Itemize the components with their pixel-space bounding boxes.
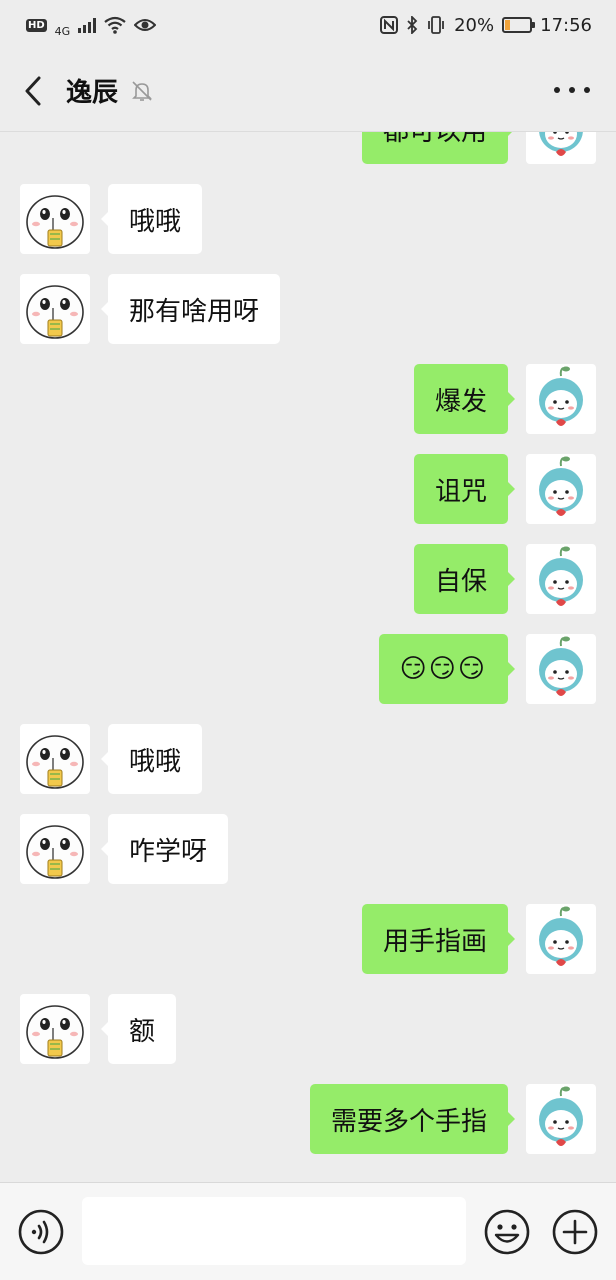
chat-title: 逸辰 xyxy=(66,78,119,108)
status-right: 20% 17:56 xyxy=(380,15,592,36)
plus-icon[interactable] xyxy=(551,1208,599,1256)
message-sent: 自保 xyxy=(0,544,616,614)
my-avatar[interactable] xyxy=(526,544,596,614)
message-text: 哦哦 xyxy=(129,746,182,777)
message-sent: 都可以用 xyxy=(0,132,616,164)
message-text: 咋学呀 xyxy=(129,836,208,867)
clock: 17:56 xyxy=(540,14,592,36)
status-left: HD 4G xyxy=(26,13,157,38)
message-text: 那有啥用呀 xyxy=(129,296,260,327)
message-bubble[interactable]: 😏 😏 😏 xyxy=(378,634,516,704)
bluetooth-icon xyxy=(407,16,418,34)
input-bar xyxy=(0,1182,616,1280)
nfc-icon xyxy=(380,16,399,34)
contact-avatar[interactable] xyxy=(20,274,90,344)
message-text: 都可以用 xyxy=(383,132,487,148)
smirk-emoji-icon: 😏 xyxy=(428,654,456,684)
battery-icon xyxy=(502,17,536,33)
message-bubble[interactable]: 用手指画 xyxy=(361,904,516,974)
message-sent: 用手指画 xyxy=(0,904,616,974)
battery-percent: 20% xyxy=(454,14,495,36)
message-text: 用手指画 xyxy=(382,926,487,957)
message-text: 额 xyxy=(129,1016,156,1047)
hd-icon: HD xyxy=(26,18,47,32)
message-text: 哦哦 xyxy=(129,206,182,237)
voice-input-icon[interactable] xyxy=(17,1208,65,1256)
message-received: 哦哦 xyxy=(0,724,616,794)
message-sent: 😏 😏 😏 xyxy=(0,634,616,704)
message-received: 哦哦 xyxy=(0,184,616,254)
message-bubble[interactable]: 需要多个手指 xyxy=(309,1084,516,1154)
emoji-icon[interactable] xyxy=(483,1208,531,1256)
my-avatar[interactable] xyxy=(526,364,596,434)
message-sent: 需要多个手指 xyxy=(0,1084,616,1154)
eye-icon xyxy=(134,19,157,31)
bell-off-icon xyxy=(132,80,152,101)
smirk-emoji-icon: 😏 xyxy=(457,654,485,684)
message-bubble[interactable]: 哦哦 xyxy=(100,724,203,794)
dot xyxy=(584,87,590,93)
message-text: 需要多个手指 xyxy=(330,1106,487,1137)
status-bar: HD 4G 20% 17:56 xyxy=(0,0,616,50)
message-bubble[interactable]: 咋学呀 xyxy=(100,814,229,884)
message-bubble[interactable]: 爆发 xyxy=(413,364,516,434)
smirk-emoji-icon: 😏 xyxy=(399,654,427,684)
my-avatar[interactable] xyxy=(526,904,596,974)
vibrate-icon xyxy=(428,16,445,34)
message-received: 额 xyxy=(0,994,616,1064)
message-bubble[interactable]: 额 xyxy=(100,994,177,1064)
message-bubble[interactable]: 都可以用 xyxy=(361,132,516,164)
battery-fill xyxy=(505,20,510,30)
contact-avatar[interactable] xyxy=(20,814,90,884)
message-text: 爆发 xyxy=(434,386,487,417)
message-list[interactable]: 都可以用哦哦那有啥用呀爆发诅咒自保😏😏😏哦哦咋学呀用手指画额需要多个手指 xyxy=(0,132,616,1182)
chevron-left-icon xyxy=(25,76,41,105)
message-input[interactable] xyxy=(82,1197,466,1265)
message-received: 那有啥用呀 xyxy=(0,274,616,344)
message-bubble[interactable]: 诅咒 xyxy=(413,454,516,524)
wifi-icon xyxy=(104,16,126,34)
my-avatar[interactable] xyxy=(526,132,596,164)
message-text: 自保 xyxy=(434,566,487,597)
back-button[interactable] xyxy=(0,50,66,132)
message-text: 诅咒 xyxy=(434,476,487,507)
contact-avatar[interactable] xyxy=(20,994,90,1064)
network-type: 4G xyxy=(54,24,71,38)
contact-avatar[interactable] xyxy=(20,184,90,254)
dot xyxy=(569,87,575,93)
contact-avatar[interactable] xyxy=(20,724,90,794)
message-received: 咋学呀 xyxy=(0,814,616,884)
signal-icon xyxy=(78,17,97,33)
dot xyxy=(554,87,560,93)
message-sent: 爆发 xyxy=(0,364,616,434)
message-bubble[interactable]: 那有啥用呀 xyxy=(100,274,281,344)
my-avatar[interactable] xyxy=(526,634,596,704)
more-button[interactable] xyxy=(554,78,590,102)
my-avatar[interactable] xyxy=(526,454,596,524)
message-sent: 诅咒 xyxy=(0,454,616,524)
my-avatar[interactable] xyxy=(526,1084,596,1154)
message-bubble[interactable]: 自保 xyxy=(413,544,516,614)
message-bubble[interactable]: 哦哦 xyxy=(100,184,203,254)
chat-header: 逸辰 xyxy=(0,50,616,132)
